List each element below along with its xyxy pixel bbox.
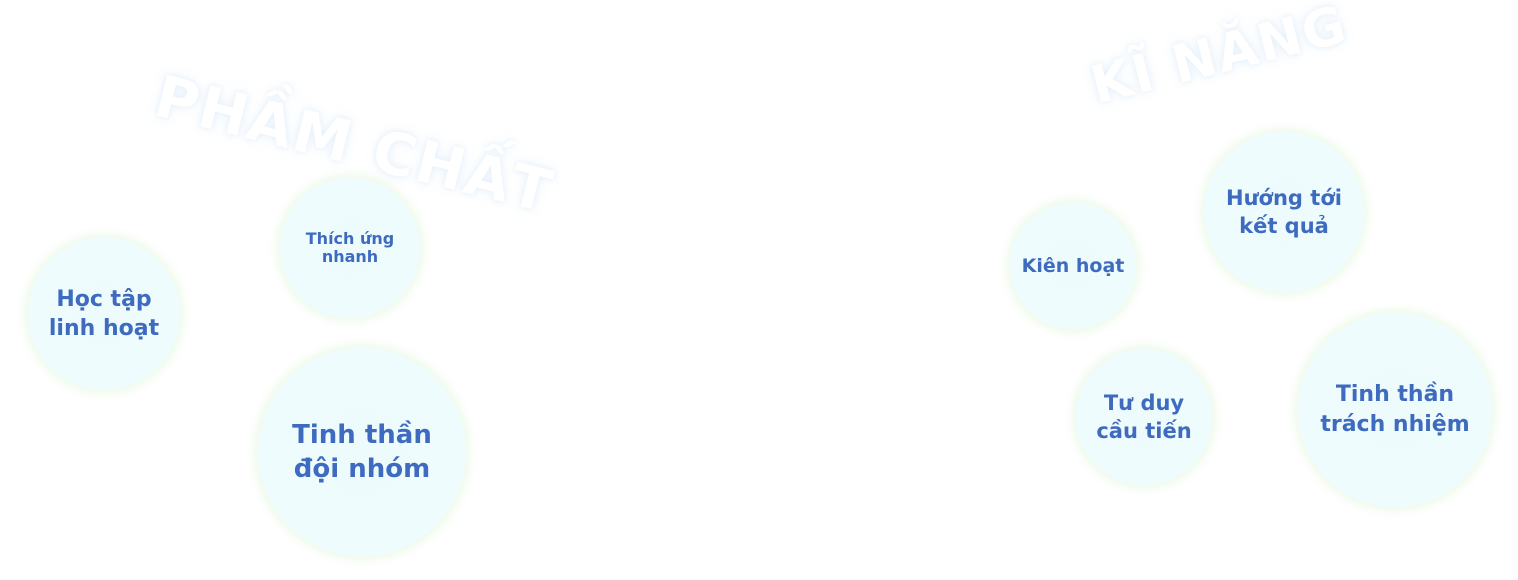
bubble-label: Học tập linh hoạt <box>48 287 160 341</box>
bubble-label: Tư duy cầu tiến <box>1096 391 1192 443</box>
bubble-label: Kiên hoạt <box>1021 255 1125 277</box>
bubble-hoc-tap-linh-hoat: Học tập linh hoạt <box>28 238 180 390</box>
bubble-label: Hướng tới kết quả <box>1226 186 1342 238</box>
bubble-huong-toi-ket-qua: Hướng tới kết quả <box>1204 132 1364 292</box>
canvas: PHẦM CHẤT KĨ NĂNG Học tập linh hoạt Thíc… <box>0 0 1518 580</box>
bubble-tinh-than-trach-nhiem: Tinh thần trách nhiệm <box>1298 313 1492 507</box>
bubble-label: Tinh thần đội nhóm <box>292 420 432 484</box>
ghost-heading-right: KĨ NĂNG <box>1085 0 1354 117</box>
bubble-kien-hoat: Kiên hoạt <box>1010 203 1136 329</box>
bubble-label: Tinh thần trách nhiệm <box>1320 382 1470 437</box>
bubble-thich-ung-nhanh: Thích ứng nhanh <box>280 178 420 318</box>
bubble-tinh-than-doi-nhom: Tinh thần đội nhóm <box>258 348 466 556</box>
bubble-tu-duy-cau-tien: Tư duy cầu tiến <box>1076 349 1212 485</box>
bubble-label: Thích ứng nhanh <box>305 229 395 266</box>
